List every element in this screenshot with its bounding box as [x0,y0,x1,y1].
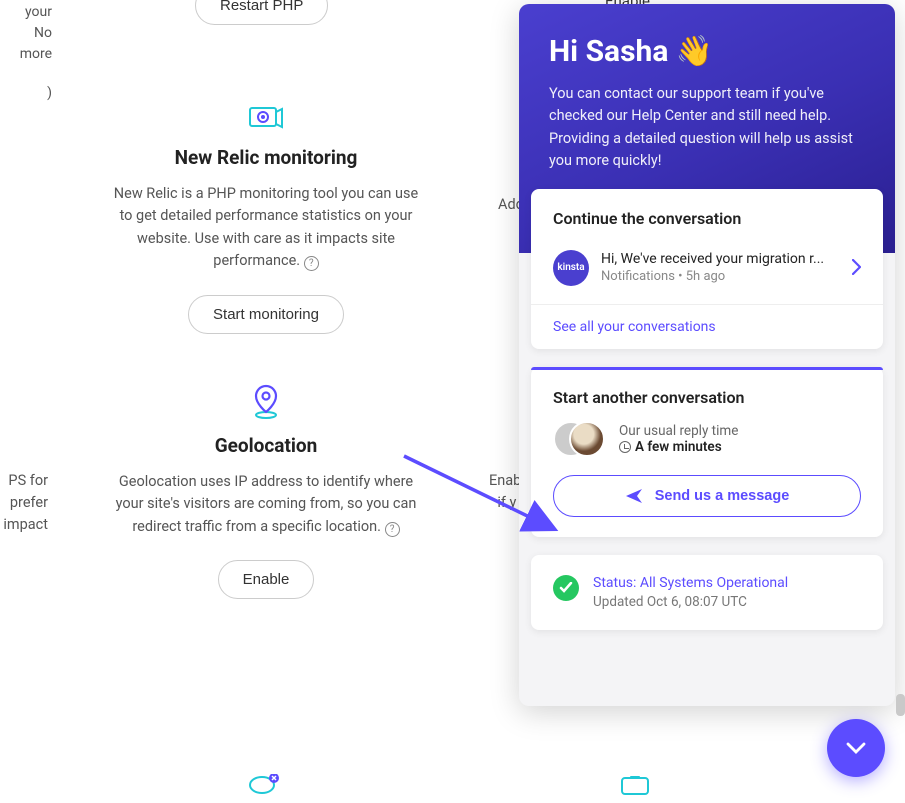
partial-icon-right [620,776,650,800]
clock-icon [619,441,631,453]
chat-toggle-fab[interactable] [827,719,885,777]
conversation-preview: Hi, We've received your migration r... [601,251,840,267]
new-relic-card: New Relic monitoring New Relic is a PHP … [86,84,446,334]
reply-time-value: A few minutes [635,439,722,455]
send-message-button[interactable]: Send us a message [553,475,861,517]
enable-geolocation-button[interactable]: Enable [218,560,315,599]
status-ok-icon [553,575,579,601]
card-description: Geolocation uses IP address to identify … [106,471,426,538]
card-description: New Relic is a PHP monitoring tool you c… [106,183,426,273]
chat-intro: You can contact our support team if you'… [549,83,865,173]
avatar: kinsta [553,250,589,286]
monitoring-icon [106,104,426,132]
partial-icon-left [248,774,284,800]
support-chat-widget: Hi Sasha 👋 You can contact our support t… [519,4,895,706]
status-updated: Updated Oct 6, 08:07 UTC [593,594,788,610]
truncated-left-card: your No more ) [0,0,52,104]
card-title: New Relic monitoring [106,146,426,169]
chevron-right-icon [852,256,861,280]
agent-avatars [553,421,607,457]
chat-greeting: Hi Sasha 👋 [549,34,865,69]
send-icon [625,488,643,504]
continue-conversation-card: Continue the conversation kinsta Hi, We'… [531,189,883,349]
info-icon[interactable]: ? [304,256,319,271]
conversation-row[interactable]: kinsta Hi, We've received your migration… [553,242,861,294]
start-monitoring-button[interactable]: Start monitoring [188,295,344,334]
card-accent [531,367,883,370]
location-icon [106,384,426,420]
scrollbar[interactable] [896,694,905,716]
start-conversation-card: Start another conversation Our usual rep… [531,367,883,537]
see-all-conversations-link[interactable]: See all your conversations [531,304,883,349]
conversation-meta: Notifications • 5h ago [601,269,840,284]
card-title: Geolocation [106,434,426,457]
start-conversation-title: Start another conversation [553,388,861,407]
info-icon[interactable]: ? [385,522,400,537]
truncated-left-geo: PS for prefer impact [0,470,48,535]
restart-php-button[interactable]: Restart PHP [195,0,328,25]
continue-conversation-title: Continue the conversation [553,209,861,228]
status-card[interactable]: Status: All Systems Operational Updated … [531,555,883,630]
reply-time-row: Our usual reply time A few minutes [553,421,861,457]
geolocation-card: Geolocation Geolocation uses IP address … [86,364,446,599]
chevron-down-icon [846,742,866,754]
reply-time-label: Our usual reply time [619,423,738,439]
status-text: Status: All Systems Operational [593,575,788,591]
